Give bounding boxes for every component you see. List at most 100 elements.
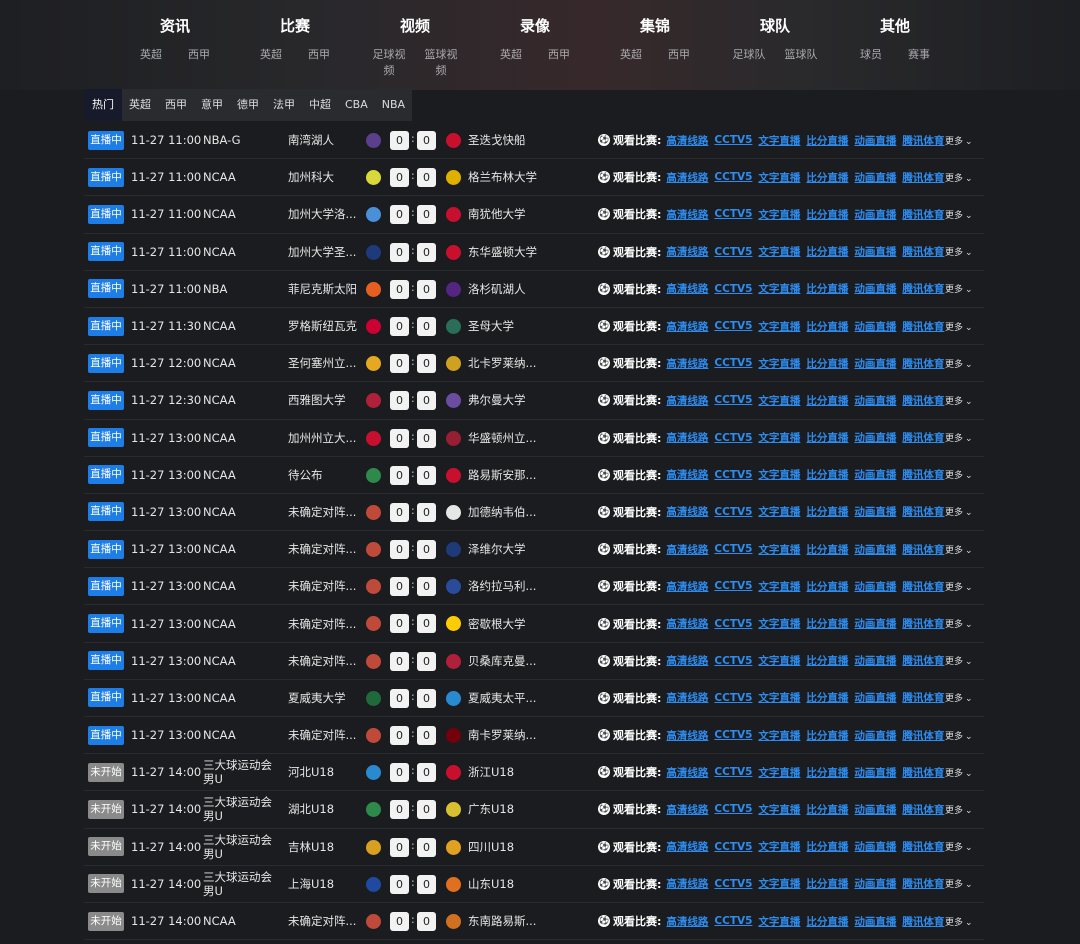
stream-link[interactable]: 高清线路 (666, 802, 708, 817)
stream-link[interactable]: 腾讯体育 (902, 430, 944, 445)
stream-link[interactable]: 动画直播 (854, 839, 896, 854)
stream-link[interactable]: 腾讯体育 (902, 207, 944, 222)
more-button[interactable]: 更多 ⌄ (945, 282, 973, 295)
home-team[interactable]: 菲尼克斯太阳 (288, 281, 358, 297)
home-team[interactable]: 加州州立大... (288, 430, 358, 446)
more-button[interactable]: 更多 ⌄ (945, 134, 973, 147)
stream-link[interactable]: 比分直播 (806, 356, 848, 371)
more-button[interactable]: 更多 ⌄ (945, 580, 973, 593)
away-team[interactable]: 东华盛顿大学 (468, 244, 546, 260)
stream-link[interactable]: 高清线路 (666, 430, 708, 445)
tab-1[interactable]: 英超 (122, 89, 158, 121)
nav-sub-link[interactable]: 英超 (612, 47, 650, 63)
stream-link[interactable]: 文字直播 (758, 430, 800, 445)
stream-link[interactable]: 比分直播 (806, 207, 848, 222)
stream-link[interactable]: 文字直播 (758, 690, 800, 705)
nav-title[interactable]: 其他 (835, 14, 955, 38)
stream-link[interactable]: 比分直播 (806, 579, 848, 594)
away-team[interactable]: 南卡罗莱纳... (468, 727, 546, 743)
stream-link[interactable]: 比分直播 (806, 133, 848, 148)
stream-link[interactable]: CCTV5 (714, 432, 752, 444)
stream-link[interactable]: 高清线路 (666, 542, 708, 557)
stream-link[interactable]: 比分直播 (806, 802, 848, 817)
stream-link[interactable]: 动画直播 (854, 876, 896, 891)
stream-link[interactable]: CCTV5 (714, 469, 752, 481)
stream-link[interactable]: 文字直播 (758, 319, 800, 334)
home-team[interactable]: 罗格斯纽瓦克 (288, 318, 358, 334)
away-team[interactable]: 洛约拉马利... (468, 578, 546, 594)
stream-link[interactable]: 腾讯体育 (902, 765, 944, 780)
home-team[interactable]: 上海U18 (288, 876, 358, 892)
more-button[interactable]: 更多 ⌄ (945, 654, 973, 667)
nav-sub-link[interactable]: 英超 (492, 47, 530, 63)
home-team[interactable]: 吉林U18 (288, 839, 358, 855)
stream-link[interactable]: 高清线路 (666, 319, 708, 334)
away-team[interactable]: 圣迭戈快船 (468, 132, 546, 148)
stream-link[interactable]: CCTV5 (714, 841, 752, 853)
away-team[interactable]: 圣母大学 (468, 318, 546, 334)
stream-link[interactable]: 动画直播 (854, 504, 896, 519)
tab-7[interactable]: CBA (338, 89, 375, 121)
stream-link[interactable]: 比分直播 (806, 430, 848, 445)
stream-link[interactable]: 比分直播 (806, 914, 848, 929)
tab-3[interactable]: 意甲 (194, 89, 230, 121)
stream-link[interactable]: 文字直播 (758, 579, 800, 594)
nav-sub-link[interactable]: 篮球队 (780, 47, 822, 63)
home-team[interactable]: 加州科大 (288, 169, 358, 185)
more-button[interactable]: 更多 ⌄ (945, 394, 973, 407)
nav-title[interactable]: 资讯 (115, 14, 235, 38)
stream-link[interactable]: 动画直播 (854, 393, 896, 408)
stream-link[interactable]: CCTV5 (714, 394, 752, 406)
league-name[interactable]: NCAA (203, 431, 275, 445)
nav-sub-link[interactable]: 篮球视频 (420, 47, 462, 79)
stream-link[interactable]: 比分直播 (806, 281, 848, 296)
more-button[interactable]: 更多 ⌄ (945, 245, 973, 258)
stream-link[interactable]: 动画直播 (854, 281, 896, 296)
away-team[interactable]: 广东U18 (468, 801, 546, 817)
stream-link[interactable]: 腾讯体育 (902, 653, 944, 668)
nav-title[interactable]: 集锦 (595, 14, 715, 38)
stream-link[interactable]: 动画直播 (854, 802, 896, 817)
league-name[interactable]: NCAA (203, 505, 275, 519)
home-team[interactable]: 未确定对阵... (288, 616, 358, 632)
stream-link[interactable]: 腾讯体育 (902, 467, 944, 482)
tab-5[interactable]: 法甲 (266, 89, 302, 121)
stream-link[interactable]: 比分直播 (806, 728, 848, 743)
home-team[interactable]: 圣何塞州立... (288, 355, 358, 371)
stream-link[interactable]: 高清线路 (666, 914, 708, 929)
stream-link[interactable]: 高清线路 (666, 356, 708, 371)
more-button[interactable]: 更多 ⌄ (945, 840, 973, 853)
nav-sub-link[interactable]: 西甲 (180, 47, 218, 63)
stream-link[interactable]: 比分直播 (806, 393, 848, 408)
stream-link[interactable]: 动画直播 (854, 170, 896, 185)
league-name[interactable]: NCAA (203, 170, 275, 184)
stream-link[interactable]: 文字直播 (758, 133, 800, 148)
nav-sub-link[interactable]: 英超 (132, 47, 170, 63)
home-team[interactable]: 加州大学圣... (288, 244, 358, 260)
league-name[interactable]: NCAA (203, 245, 275, 259)
stream-link[interactable]: 动画直播 (854, 430, 896, 445)
stream-link[interactable]: 高清线路 (666, 467, 708, 482)
stream-link[interactable]: CCTV5 (714, 655, 752, 667)
stream-link[interactable]: 腾讯体育 (902, 728, 944, 743)
nav-sub-link[interactable]: 英超 (252, 47, 290, 63)
stream-link[interactable]: 文字直播 (758, 393, 800, 408)
league-name[interactable]: 三大球运动会男U (203, 833, 275, 861)
stream-link[interactable]: 腾讯体育 (902, 281, 944, 296)
stream-link[interactable]: 腾讯体育 (902, 319, 944, 334)
home-team[interactable]: 未确定对阵... (288, 541, 358, 557)
away-team[interactable]: 加德纳韦伯... (468, 504, 546, 520)
stream-link[interactable]: CCTV5 (714, 357, 752, 369)
nav-sub-link[interactable]: 西甲 (540, 47, 578, 63)
stream-link[interactable]: 比分直播 (806, 839, 848, 854)
stream-link[interactable]: 腾讯体育 (902, 356, 944, 371)
home-team[interactable]: 西雅图大学 (288, 392, 358, 408)
league-name[interactable]: NCAA (203, 654, 275, 668)
more-button[interactable]: 更多 ⌄ (945, 208, 973, 221)
stream-link[interactable]: 文字直播 (758, 170, 800, 185)
stream-link[interactable]: 文字直播 (758, 356, 800, 371)
away-team[interactable]: 南犹他大学 (468, 206, 546, 222)
stream-link[interactable]: 腾讯体育 (902, 802, 944, 817)
stream-link[interactable]: 文字直播 (758, 802, 800, 817)
stream-link[interactable]: 比分直播 (806, 876, 848, 891)
